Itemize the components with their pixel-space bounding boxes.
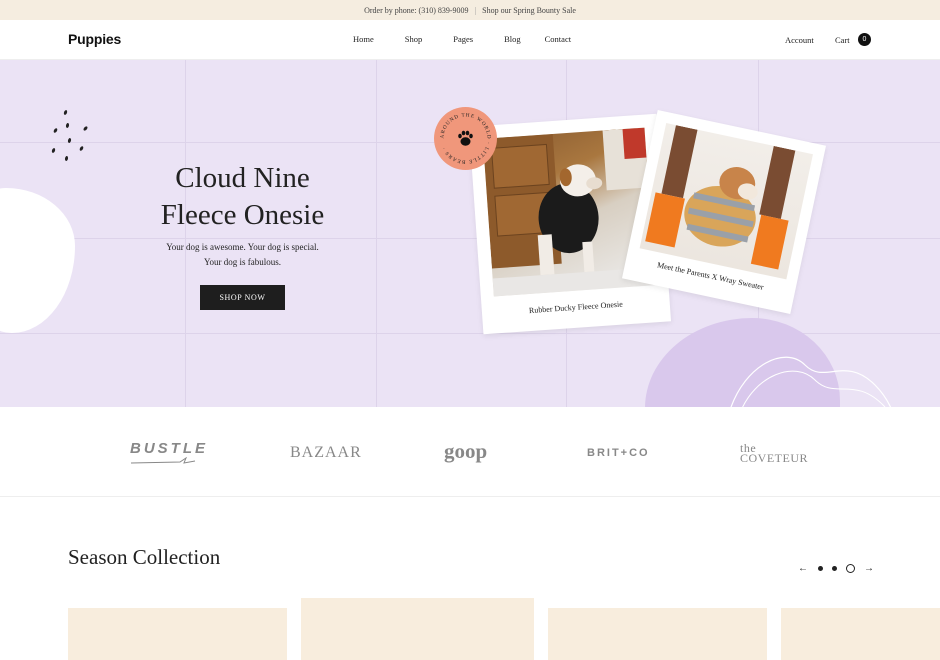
bustle-underline	[130, 457, 196, 464]
section-title: Season Collection	[68, 545, 221, 569]
hero-title-line: Cloud Nine	[175, 162, 310, 194]
hero-subtitle: Your dog is awesome. Your dog is special…	[150, 240, 335, 269]
goop-logo: goop	[444, 439, 488, 463]
carousel-next-arrow-icon[interactable]: →	[864, 563, 874, 574]
bustle-logo: BUSTLE	[130, 440, 208, 457]
dog-sweater-photo	[639, 123, 813, 280]
carousel-dot[interactable]	[818, 566, 823, 571]
carousel-prev-arrow-icon[interactable]: ←	[798, 563, 808, 574]
account-link[interactable]: Account	[785, 35, 814, 45]
hero-section: Cloud Nine Fleece Onesie Your dog is awe…	[0, 60, 940, 407]
product-card[interactable]	[548, 608, 767, 660]
bazaar-logo: BAZAAR	[290, 444, 362, 461]
carousel-dot[interactable]	[832, 566, 837, 571]
nav-blog[interactable]: Blog	[504, 34, 521, 44]
nav-contact[interactable]: Contact	[545, 34, 571, 44]
site-header: Puppies Home Shop Pages Blog Contact Acc…	[0, 20, 940, 60]
decorative-squiggle	[730, 356, 892, 407]
nav-pages[interactable]: Pages	[453, 34, 473, 44]
announcement-bar: Order by phone: (310) 839-9009 | Shop ou…	[0, 0, 940, 20]
cart-link[interactable]: Cart	[835, 35, 850, 45]
order-phone-text: Order by phone: (310) 839-9009	[364, 5, 469, 15]
nav-home[interactable]: Home	[353, 34, 374, 44]
product-card[interactable]	[301, 598, 534, 660]
nav-shop[interactable]: Shop	[405, 34, 422, 44]
decorative-blob	[0, 188, 75, 333]
hero-title: Cloud Nine Fleece Onesie	[140, 160, 345, 234]
product-card[interactable]	[68, 608, 287, 660]
site-logo[interactable]: Puppies	[68, 31, 121, 47]
main-nav: Home Shop Pages Blog Contact	[353, 34, 571, 44]
carousel-dot-active[interactable]	[846, 564, 855, 573]
hero-title-line: Fleece Onesie	[160, 199, 325, 231]
paw-icon	[458, 130, 473, 146]
shop-now-button[interactable]: SHOP NOW	[200, 285, 285, 310]
photo-caption: Rubber Ducky Fleece Onesie	[528, 299, 624, 316]
britco-logo: BRIT+CO	[587, 447, 650, 459]
divider: |	[474, 5, 477, 15]
hero-subtitle-line: Your dog is awesome. Your dog is special…	[166, 242, 319, 252]
sale-link[interactable]: Shop our Spring Bounty Sale	[482, 6, 576, 15]
hero-subtitle-line: Your dog is fabulous.	[203, 256, 282, 267]
coveteur-logo: the COVETEUR	[740, 441, 808, 465]
around-the-world-badge: AROUND THE WORLD · LITTLE BEARS ·	[434, 107, 497, 170]
cart-count-badge[interactable]: 0	[858, 33, 871, 46]
press-logos: BUSTLE BAZAAR goop BRIT+CO the COVETEUR	[0, 407, 940, 497]
dog-illustration	[645, 125, 796, 270]
product-card[interactable]	[781, 608, 940, 660]
grid-line	[376, 60, 377, 407]
product-photo-card[interactable]: Meet the Parents X Wray Sweater	[621, 109, 827, 315]
